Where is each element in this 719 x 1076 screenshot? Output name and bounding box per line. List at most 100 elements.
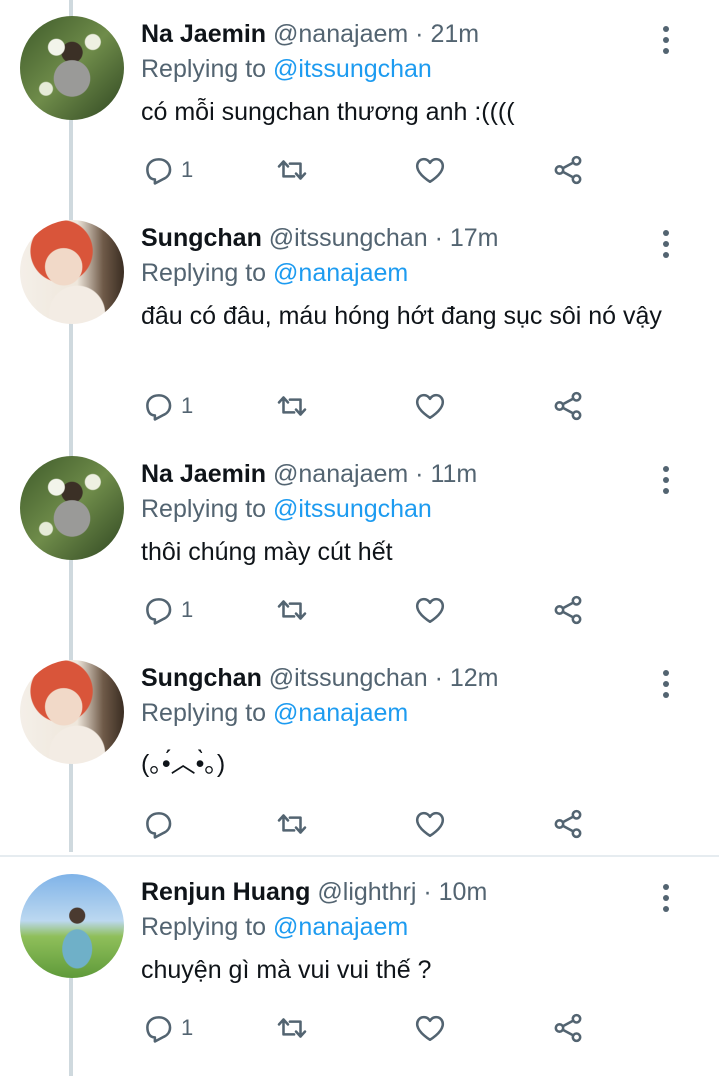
retweet-button[interactable] (275, 1010, 309, 1046)
tweet-actions: 1 (141, 592, 591, 628)
avatar[interactable] (20, 660, 124, 764)
tweet-text: có mỗi sungchan thương anh :(((( (141, 98, 515, 126)
tweet-header: Sungchan @itssungchan · 17m (141, 223, 498, 253)
separator: · (415, 460, 424, 488)
reply-count: 1 (181, 393, 194, 418)
replying-to: Replying to @nanajaem (141, 258, 408, 288)
heart-icon (415, 811, 445, 838)
user-handle[interactable]: @nanajaem (273, 460, 408, 488)
reply-button[interactable]: 1 (141, 388, 193, 424)
heart-icon (415, 597, 445, 624)
tweet[interactable]: Renjun Huang @lighthrj · 10m Replying to… (0, 874, 719, 1064)
like-button[interactable] (413, 1010, 447, 1046)
user-handle[interactable]: @lighthrj (317, 878, 416, 906)
user-handle[interactable]: @itssungchan (269, 224, 428, 252)
share-button[interactable] (551, 592, 585, 628)
display-name[interactable]: Na Jaemin (141, 460, 266, 488)
retweet-button[interactable] (275, 388, 309, 424)
reply-icon (146, 598, 172, 625)
tweet-text: đâu có đâu, máu hóng hớt đang sục sôi nó… (141, 302, 662, 330)
tweet-text: chuyện gì mà vui vui thế ? (141, 956, 432, 984)
separator: · (423, 878, 432, 906)
share-button[interactable] (551, 1010, 585, 1046)
replying-to: Replying to @nanajaem (141, 698, 408, 728)
tweet-actions (141, 806, 591, 842)
replying-to-label: Replying to (141, 259, 267, 287)
reply-thread: Na Jaemin @nanajaem · 21m Replying to @i… (0, 0, 719, 1076)
avatar[interactable] (20, 16, 124, 120)
replying-to-label: Replying to (141, 913, 267, 941)
display-name[interactable]: Renjun Huang (141, 878, 310, 906)
display-name[interactable]: Sungchan (141, 224, 262, 252)
retweet-icon (277, 1018, 307, 1038)
tweet[interactable]: Sungchan @itssungchan · 12m Replying to … (0, 660, 719, 850)
share-button[interactable] (551, 388, 585, 424)
retweet-icon (277, 396, 307, 416)
reply-button[interactable] (141, 806, 181, 842)
tweet-text: (｡•́︿•̀｡) (141, 750, 226, 778)
like-button[interactable] (413, 152, 447, 188)
tweet-actions: 1 (141, 152, 591, 188)
tweet-header: Renjun Huang @lighthrj · 10m (141, 877, 487, 907)
tweet[interactable]: Na Jaemin @nanajaem · 11m Replying to @i… (0, 456, 719, 646)
reply-count: 1 (181, 597, 194, 622)
replying-to-handle[interactable]: @nanajaem (273, 259, 408, 287)
separator: · (434, 224, 443, 252)
replying-to-handle[interactable]: @nanajaem (273, 913, 408, 941)
display-name[interactable]: Na Jaemin (141, 20, 266, 48)
timestamp[interactable]: 11m (430, 460, 477, 488)
tweet-actions: 1 (141, 1010, 591, 1046)
heart-icon (415, 157, 445, 184)
more-vertical-icon[interactable] (652, 22, 680, 58)
avatar[interactable] (20, 874, 124, 978)
user-handle[interactable]: @nanajaem (273, 20, 408, 48)
replying-to-handle[interactable]: @nanajaem (273, 699, 408, 727)
replying-to: Replying to @itssungchan (141, 494, 432, 524)
replying-to-handle[interactable]: @itssungchan (273, 495, 432, 523)
retweet-icon (277, 600, 307, 620)
heart-icon (415, 393, 445, 420)
share-button[interactable] (551, 806, 585, 842)
timestamp[interactable]: 21m (430, 20, 479, 48)
share-icon (554, 595, 582, 625)
timestamp[interactable]: 17m (450, 224, 499, 252)
more-vertical-icon[interactable] (652, 462, 680, 498)
retweet-button[interactable] (275, 592, 309, 628)
separator: · (434, 664, 443, 692)
share-icon (554, 391, 582, 421)
reply-button[interactable]: 1 (141, 592, 193, 628)
avatar[interactable] (20, 456, 124, 560)
retweet-icon (277, 160, 307, 180)
replying-to-label: Replying to (141, 55, 267, 83)
retweet-button[interactable] (275, 152, 309, 188)
more-vertical-icon[interactable] (652, 666, 680, 702)
user-handle[interactable]: @itssungchan (269, 664, 428, 692)
reply-button[interactable]: 1 (141, 1010, 193, 1046)
share-button[interactable] (551, 152, 585, 188)
more-vertical-icon[interactable] (652, 880, 680, 916)
timestamp[interactable]: 10m (439, 878, 488, 906)
more-vertical-icon[interactable] (652, 226, 680, 262)
heart-icon (415, 1015, 445, 1042)
like-button[interactable] (413, 388, 447, 424)
replying-to-label: Replying to (141, 495, 267, 523)
tweet[interactable]: Sungchan @itssungchan · 17m Replying to … (0, 220, 719, 446)
like-button[interactable] (413, 592, 447, 628)
reply-button[interactable]: 1 (141, 152, 193, 188)
replying-to-handle[interactable]: @itssungchan (273, 55, 432, 83)
separator: · (415, 20, 424, 48)
replying-to: Replying to @nanajaem (141, 912, 408, 942)
reply-icon (146, 158, 172, 185)
like-button[interactable] (413, 806, 447, 842)
tweet-header: Na Jaemin @nanajaem · 11m (141, 459, 477, 489)
reply-count: 1 (181, 157, 194, 182)
timestamp[interactable]: 12m (450, 664, 499, 692)
avatar[interactable] (20, 220, 124, 324)
tweet-actions: 1 (141, 388, 591, 424)
tweet[interactable]: Na Jaemin @nanajaem · 21m Replying to @i… (0, 16, 719, 206)
thread-divider (0, 855, 719, 857)
display-name[interactable]: Sungchan (141, 664, 262, 692)
retweet-button[interactable] (275, 806, 309, 842)
reply-icon (146, 812, 172, 839)
tweet-header: Na Jaemin @nanajaem · 21m (141, 19, 479, 49)
